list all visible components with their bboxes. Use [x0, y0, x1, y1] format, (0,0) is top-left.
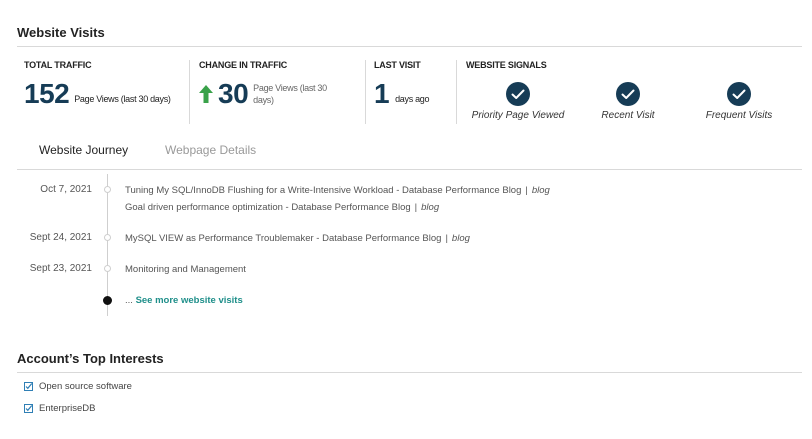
interest-item: Open source software	[24, 381, 132, 392]
website-visits-title: Website Visits	[17, 25, 105, 40]
total-traffic-panel: TOTAL TRAFFIC 152 Page Views (last 30 da…	[24, 60, 190, 124]
journey-entry: Monitoring and Management	[125, 264, 246, 275]
journey-entry: MySQL VIEW as Performance Troublemaker -…	[125, 233, 470, 244]
section-divider	[17, 372, 802, 373]
signal-frequent-visits: Frequent Visits	[699, 82, 779, 121]
change-in-traffic-panel: CHANGE IN TRAFFIC 30 Page Views (last 30…	[199, 60, 366, 124]
tab-webpage-details[interactable]: Webpage Details	[165, 143, 256, 157]
signal-recent-visit: Recent Visit	[588, 82, 668, 121]
section-divider	[17, 46, 802, 47]
last-visit-label: LAST VISIT	[374, 60, 421, 70]
change-in-traffic-value: 30	[218, 78, 249, 109]
timeline-end-dot	[103, 296, 112, 305]
top-interests-title: Account’s Top Interests	[17, 351, 164, 366]
interest-item: EnterpriseDB	[24, 403, 96, 414]
total-traffic-label: TOTAL TRAFFIC	[24, 60, 92, 70]
change-in-traffic-note: Page Views (last 30 days)	[253, 83, 327, 105]
journey-page-link[interactable]: Monitoring and Management	[125, 264, 246, 275]
check-icon	[616, 82, 640, 106]
timeline-dot	[104, 265, 111, 272]
journey-tag: blog	[451, 233, 470, 244]
checkbox-checked-icon	[24, 404, 33, 413]
interest-label: Open source software	[39, 381, 132, 392]
interest-label: EnterpriseDB	[39, 403, 96, 414]
checkbox-checked-icon	[24, 382, 33, 391]
journey-entry: Goal driven performance optimization - D…	[125, 202, 440, 213]
arrow-up-icon	[199, 85, 213, 103]
last-visit-panel: LAST VISIT 1 days ago	[374, 60, 457, 124]
journey-page-link[interactable]: MySQL VIEW as Performance Troublemaker -…	[125, 233, 441, 244]
journey-date: Sept 24, 2021	[29, 232, 92, 243]
journey-page-link[interactable]: Tuning My SQL/InnoDB Flushing for a Writ…	[125, 185, 521, 196]
check-icon	[506, 82, 530, 106]
see-more-row: ... See more website visits	[125, 295, 243, 306]
journey-page-link[interactable]: Goal driven performance optimization - D…	[125, 202, 411, 213]
journey-tag: blog	[531, 185, 550, 196]
journey-date: Sept 23, 2021	[29, 263, 92, 274]
change-in-traffic-label: CHANGE IN TRAFFIC	[199, 60, 288, 70]
signal-priority-page-viewed: Priority Page Viewed	[468, 82, 568, 121]
journey-date: Oct 7, 2021	[40, 184, 92, 195]
see-more-link[interactable]: See more website visits	[136, 295, 243, 306]
total-traffic-value: 152	[24, 78, 70, 109]
last-visit-note: days ago	[395, 94, 430, 104]
tabs-divider	[17, 169, 802, 170]
timeline-dot	[104, 234, 111, 241]
signal-label: Priority Page Viewed	[471, 110, 565, 121]
total-traffic-note: Page Views (last 30 days)	[74, 94, 171, 104]
journey-tag: blog	[421, 202, 440, 213]
timeline-dot	[104, 186, 111, 193]
signal-label: Recent Visit	[601, 110, 655, 121]
timeline-line	[107, 174, 108, 316]
signal-label: Frequent Visits	[705, 110, 773, 121]
last-visit-value: 1	[374, 78, 390, 109]
check-icon	[727, 82, 751, 106]
journey-entry: Tuning My SQL/InnoDB Flushing for a Writ…	[125, 185, 550, 196]
tab-website-journey[interactable]: Website Journey	[39, 143, 128, 157]
website-signals-label: WEBSITE SIGNALS	[466, 60, 547, 70]
